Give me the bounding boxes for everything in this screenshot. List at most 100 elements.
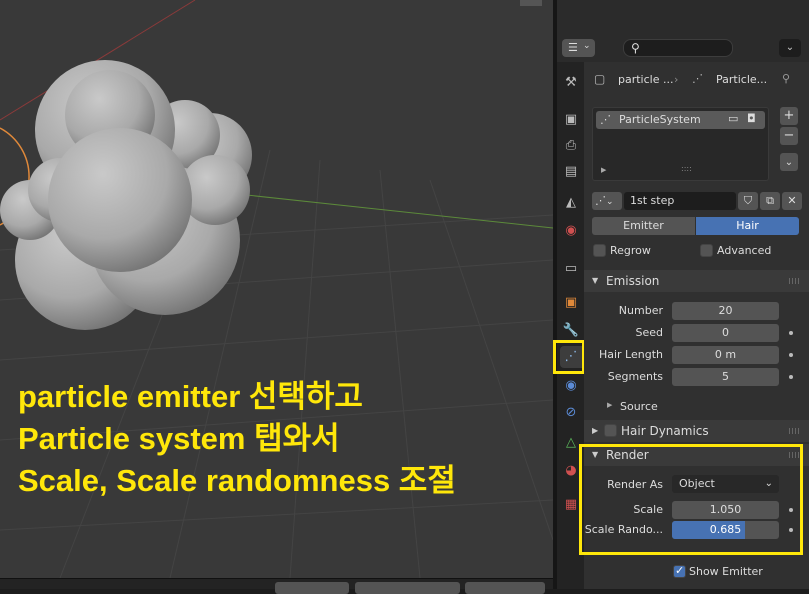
properties-top-bar: [557, 0, 809, 30]
remove-slot-button[interactable]: −: [780, 127, 798, 145]
particles-icon: ⋰: [600, 113, 611, 126]
tutorial-caption: particle emitter 선택하고 Particle system 탭와…: [18, 376, 456, 502]
advanced-label: Advanced: [717, 244, 772, 257]
tab-collection[interactable]: ▭: [560, 258, 582, 280]
keyframe-dot[interactable]: [789, 331, 793, 335]
settings-name-field[interactable]: 1st step: [624, 192, 736, 210]
keyframe-dot[interactable]: [789, 375, 793, 379]
particles-tab-highlight: [553, 340, 585, 374]
chevron-down-icon: ⌄: [784, 157, 794, 168]
editor-type-icon: ☰: [568, 41, 578, 54]
type-hair-button[interactable]: Hair: [696, 217, 799, 235]
caption-line-2: Particle system 탭와서: [18, 421, 340, 456]
tab-constraints[interactable]: ⊘: [560, 402, 582, 424]
tab-world[interactable]: ◉: [560, 220, 582, 242]
hair-dynamics-checkbox[interactable]: [604, 424, 617, 437]
render-panel-highlight: [579, 444, 803, 555]
start-frame-field[interactable]: [355, 582, 460, 594]
plus-icon: +: [783, 108, 795, 123]
options-dropdown-button[interactable]: ⌄: [779, 39, 801, 57]
drag-grip-icon[interactable]: [789, 428, 801, 434]
breadcrumb-object[interactable]: particle ...: [618, 73, 673, 86]
physics-icon: ◉: [565, 378, 577, 393]
scene-icon: ◭: [566, 195, 576, 210]
number-label: Number: [618, 304, 663, 317]
particles-icon: ⋰: [595, 194, 606, 207]
segments-field[interactable]: 5: [672, 368, 779, 386]
keyframe-dot[interactable]: [789, 353, 793, 357]
duplicate-button[interactable]: ⧉: [760, 192, 780, 210]
editor-type-button[interactable]: ☰ ⌄: [562, 39, 595, 57]
tab-output[interactable]: ⎙: [560, 135, 582, 157]
tab-object[interactable]: ▣: [560, 292, 582, 314]
current-frame-field[interactable]: [275, 582, 349, 594]
properties-content: ▢ particle ... › ⋰ Particle... ⚲ ⋰ Parti…: [579, 62, 809, 589]
render-icon: ▣: [564, 112, 578, 127]
viewport-overlay-button[interactable]: [520, 0, 542, 6]
minus-icon: −: [783, 128, 795, 143]
world-icon: ◉: [565, 223, 577, 238]
camera-icon[interactable]: ◘: [747, 112, 756, 125]
shield-icon: ⛉: [743, 194, 753, 207]
object-icon: ▣: [564, 295, 578, 310]
specials-menu-button[interactable]: ⌄: [780, 153, 798, 171]
number-field[interactable]: 20: [672, 302, 779, 320]
view-layer-icon: ▤: [564, 164, 578, 179]
show-emitter-label: Show Emitter: [689, 565, 763, 578]
triangle-right-icon: ▶: [607, 401, 613, 409]
constraints-icon: ⊘: [565, 405, 577, 420]
triangle-down-icon: ▼: [592, 276, 599, 285]
tool-icon: ⚒: [565, 75, 577, 90]
monitor-icon[interactable]: ▭: [728, 112, 738, 125]
3d-viewport[interactable]: particle emitter 선택하고 Particle system 탭와…: [0, 0, 553, 578]
caption-line-3: Scale, Scale randomness 조절: [18, 463, 456, 498]
advanced-checkbox[interactable]: [700, 244, 713, 257]
list-item[interactable]: ⋰ ParticleSystem ▭ ◘: [596, 111, 765, 129]
search-input[interactable]: ⚲: [623, 39, 733, 57]
triangle-right-icon[interactable]: ▶: [601, 166, 606, 174]
regrow-checkbox[interactable]: [593, 244, 606, 257]
drag-grip-icon[interactable]: [789, 278, 801, 284]
pin-icon[interactable]: ⚲: [782, 72, 790, 85]
unlink-button[interactable]: ✕: [782, 192, 802, 210]
regrow-label: Regrow: [610, 244, 651, 257]
hair-length-field[interactable]: 0 m: [672, 346, 779, 364]
emission-title: Emission: [606, 274, 660, 288]
hair-dynamics-panel-header[interactable]: ▶ Hair Dynamics: [584, 420, 809, 442]
output-icon: ⎙: [565, 138, 577, 153]
end-frame-field[interactable]: [465, 582, 545, 594]
properties-editor: ☰ ⌄ ⚲ ⌄ ⚒ ▣ ⎙ ▤ ◭ ◉ ▭ ▣ 🔧 ⋰ ◉ ⊘ △ ◕ ▦ ▢ …: [553, 0, 809, 589]
tab-modifier[interactable]: 🔧: [560, 320, 582, 342]
settings-browse-button[interactable]: ⋰⌄: [592, 192, 622, 210]
tab-view-layer[interactable]: ▤: [560, 161, 582, 183]
tab-render[interactable]: ▣: [560, 109, 582, 131]
emission-panel-header[interactable]: ▼ Emission: [584, 270, 809, 292]
list-item-label: ParticleSystem: [619, 113, 701, 126]
mesh-data-icon: △: [566, 435, 576, 450]
chevron-down-icon: ⌄: [606, 197, 614, 207]
particle-spheres: [0, 60, 252, 330]
texture-icon: ▦: [564, 497, 578, 512]
show-emitter-checkbox[interactable]: [673, 564, 686, 578]
wrench-icon: 🔧: [562, 323, 580, 338]
resize-grip-icon[interactable]: ::::: [681, 164, 692, 173]
tab-physics[interactable]: ◉: [560, 375, 582, 397]
material-icon: ◕: [565, 463, 577, 478]
object-icon: ▢: [594, 72, 606, 86]
triangle-right-icon: ▶: [592, 426, 599, 435]
particle-system-list[interactable]: ⋰ ParticleSystem ▭ ◘ ▶ ::::: [592, 107, 769, 181]
add-slot-button[interactable]: +: [780, 107, 798, 125]
type-emitter-button[interactable]: Emitter: [592, 217, 695, 235]
chevron-down-icon: ⌄: [583, 41, 591, 51]
tab-scene[interactable]: ◭: [560, 192, 582, 214]
chevron-right-icon: ›: [674, 73, 679, 86]
hair-length-label: Hair Length: [598, 348, 663, 361]
breadcrumb-particle-system[interactable]: Particle...: [716, 73, 767, 86]
source-subpanel-header[interactable]: ▶ Source: [584, 398, 809, 416]
close-icon: ✕: [787, 194, 797, 207]
chevron-down-icon: ⌄: [785, 42, 795, 53]
seed-label: Seed: [635, 326, 664, 339]
tab-tool[interactable]: ⚒: [560, 72, 582, 94]
seed-field[interactable]: 0: [672, 324, 779, 342]
fake-user-button[interactable]: ⛉: [738, 192, 758, 210]
